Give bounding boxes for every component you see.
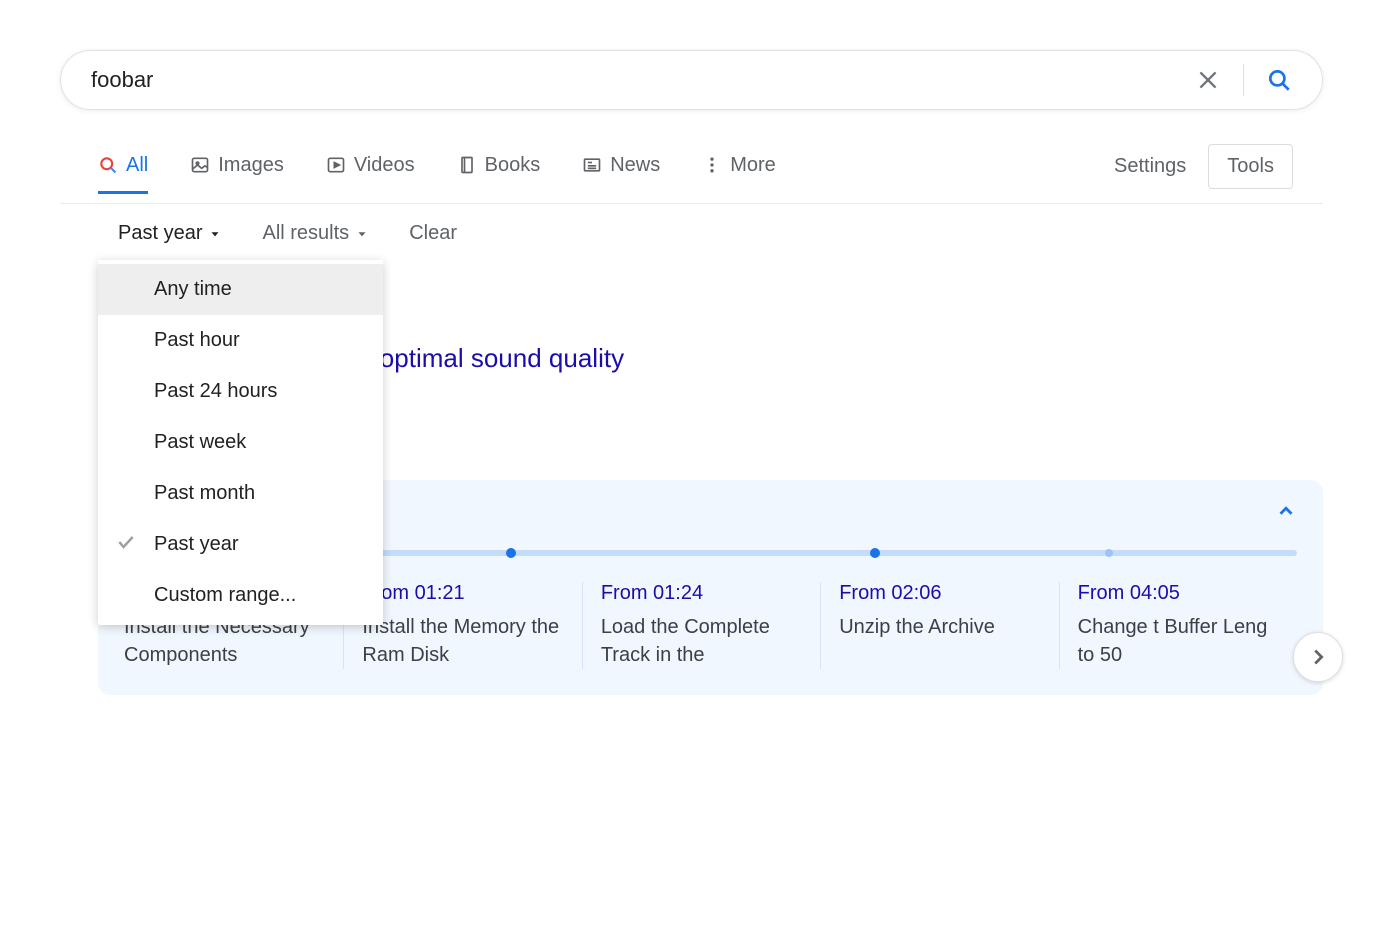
collapse-button[interactable] <box>1275 500 1297 528</box>
settings-link[interactable]: Settings <box>1114 155 1186 178</box>
tab-label: News <box>610 154 660 177</box>
search-input[interactable] <box>91 67 1195 93</box>
divider <box>1243 64 1244 96</box>
timeline-dot[interactable] <box>506 548 516 558</box>
filter-label: Past year <box>118 222 202 245</box>
dropdown-item-label: Any time <box>154 278 232 301</box>
tab-images[interactable]: Images <box>190 154 284 194</box>
filters-row: Past year All results Clear Any time Pas… <box>60 204 1323 263</box>
video-moment[interactable]: From 04:05 Change t Buffer Leng to 50 <box>1059 582 1297 669</box>
tabs-right: Settings Tools <box>1114 144 1323 203</box>
tab-books[interactable]: Books <box>457 154 541 194</box>
news-icon <box>582 155 602 175</box>
moment-time: From 04:05 <box>1078 582 1279 605</box>
dropdown-item-any-time[interactable]: Any time <box>98 264 383 315</box>
caret-down-icon <box>208 227 222 241</box>
tab-label: All <box>126 154 148 177</box>
moment-desc: Install the Memory the Ram Disk <box>362 613 563 669</box>
filter-results[interactable]: All results <box>262 222 369 245</box>
tools-button[interactable]: Tools <box>1208 144 1293 189</box>
search-icon <box>1266 67 1292 93</box>
dropdown-item-label: Past month <box>154 482 255 505</box>
tab-more[interactable]: More <box>702 154 776 194</box>
dropdown-item-label: Past week <box>154 431 246 454</box>
tab-label: Videos <box>354 154 415 177</box>
timeline-dot[interactable] <box>870 548 880 558</box>
dropdown-item-past-year[interactable]: Past year <box>98 519 383 570</box>
moment-time: From 02:06 <box>839 582 1040 605</box>
dropdown-item-custom[interactable]: Custom range... <box>98 570 383 621</box>
filter-time[interactable]: Past year <box>118 222 222 245</box>
video-icon <box>326 155 346 175</box>
moment-time: From 01:21 <box>362 582 563 605</box>
search-bar <box>60 50 1323 110</box>
dropdown-item-label: Past 24 hours <box>154 380 277 403</box>
tab-label: Books <box>485 154 541 177</box>
tab-news[interactable]: News <box>582 154 660 194</box>
dropdown-item-past-24h[interactable]: Past 24 hours <box>98 366 383 417</box>
chevron-right-icon <box>1307 646 1329 668</box>
search-button[interactable] <box>1266 67 1292 93</box>
close-icon <box>1195 67 1221 93</box>
more-icon <box>702 155 722 175</box>
video-moment[interactable]: From 01:24 Load the Complete Track in th… <box>582 582 820 669</box>
tabs-row: All Images Videos Books News More Settin… <box>60 144 1323 204</box>
moment-time: From 01:24 <box>601 582 802 605</box>
tab-label: More <box>730 154 776 177</box>
chevron-up-icon <box>1275 500 1297 522</box>
filter-label: All results <box>262 222 349 245</box>
time-dropdown: Any time Past hour Past 24 hours Past we… <box>98 260 383 625</box>
tab-videos[interactable]: Videos <box>326 154 415 194</box>
scroll-next-button[interactable] <box>1293 632 1343 682</box>
clear-search-button[interactable] <box>1195 67 1221 93</box>
video-moment[interactable]: From 02:06 Unzip the Archive <box>820 582 1058 669</box>
check-icon <box>116 532 136 558</box>
search-icon <box>98 155 118 175</box>
dropdown-item-label: Past hour <box>154 329 240 352</box>
filter-clear[interactable]: Clear <box>409 222 457 245</box>
timeline-dot[interactable] <box>1105 549 1113 557</box>
dropdown-item-past-month[interactable]: Past month <box>98 468 383 519</box>
tab-label: Images <box>218 154 284 177</box>
dropdown-item-past-week[interactable]: Past week <box>98 417 383 468</box>
search-actions <box>1195 64 1292 96</box>
moment-desc: Unzip the Archive <box>839 613 1040 641</box>
tabs-left: All Images Videos Books News More <box>98 154 776 194</box>
book-icon <box>457 155 477 175</box>
image-icon <box>190 155 210 175</box>
dropdown-item-past-hour[interactable]: Past hour <box>98 315 383 366</box>
tab-all[interactable]: All <box>98 154 148 194</box>
moment-desc: Change t Buffer Leng to 50 <box>1078 613 1279 669</box>
caret-down-icon <box>355 227 369 241</box>
dropdown-item-label: Custom range... <box>154 584 296 607</box>
moment-desc: Load the Complete Track in the <box>601 613 802 669</box>
dropdown-item-label: Past year <box>154 533 238 556</box>
